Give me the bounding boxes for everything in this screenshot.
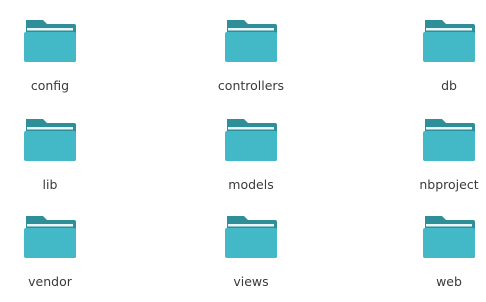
folder-label: config <box>30 78 70 93</box>
file-browser-icon-view: config controllers db lib models nbproje… <box>0 0 486 302</box>
folder-label: db <box>441 78 457 93</box>
folder-label: nbproject <box>419 177 479 192</box>
folder-item-models[interactable]: models <box>196 117 306 201</box>
folder-icon <box>225 20 277 62</box>
folder-item-lib[interactable]: lib <box>0 117 105 201</box>
folder-item-nbproject[interactable]: nbproject <box>394 117 486 201</box>
folder-icon <box>225 119 277 161</box>
folder-icon <box>24 20 76 62</box>
folder-icon <box>423 216 475 258</box>
folder-item-web[interactable]: web <box>394 214 486 298</box>
folder-label: controllers <box>217 78 285 93</box>
folder-icon <box>423 119 475 161</box>
folder-icon <box>24 216 76 258</box>
folder-icon <box>423 20 475 62</box>
folder-label: vendor <box>28 274 72 289</box>
folder-item-views[interactable]: views <box>196 214 306 298</box>
folder-label: web <box>436 274 462 289</box>
folder-item-vendor[interactable]: vendor <box>0 214 105 298</box>
folder-icon <box>225 216 277 258</box>
folder-label: views <box>233 274 269 289</box>
folder-item-db[interactable]: db <box>394 18 486 102</box>
folder-icon <box>24 119 76 161</box>
folder-label: models <box>228 177 274 192</box>
folder-item-controllers[interactable]: controllers <box>196 18 306 102</box>
folder-item-config[interactable]: config <box>0 18 105 102</box>
folder-label: lib <box>42 177 58 192</box>
